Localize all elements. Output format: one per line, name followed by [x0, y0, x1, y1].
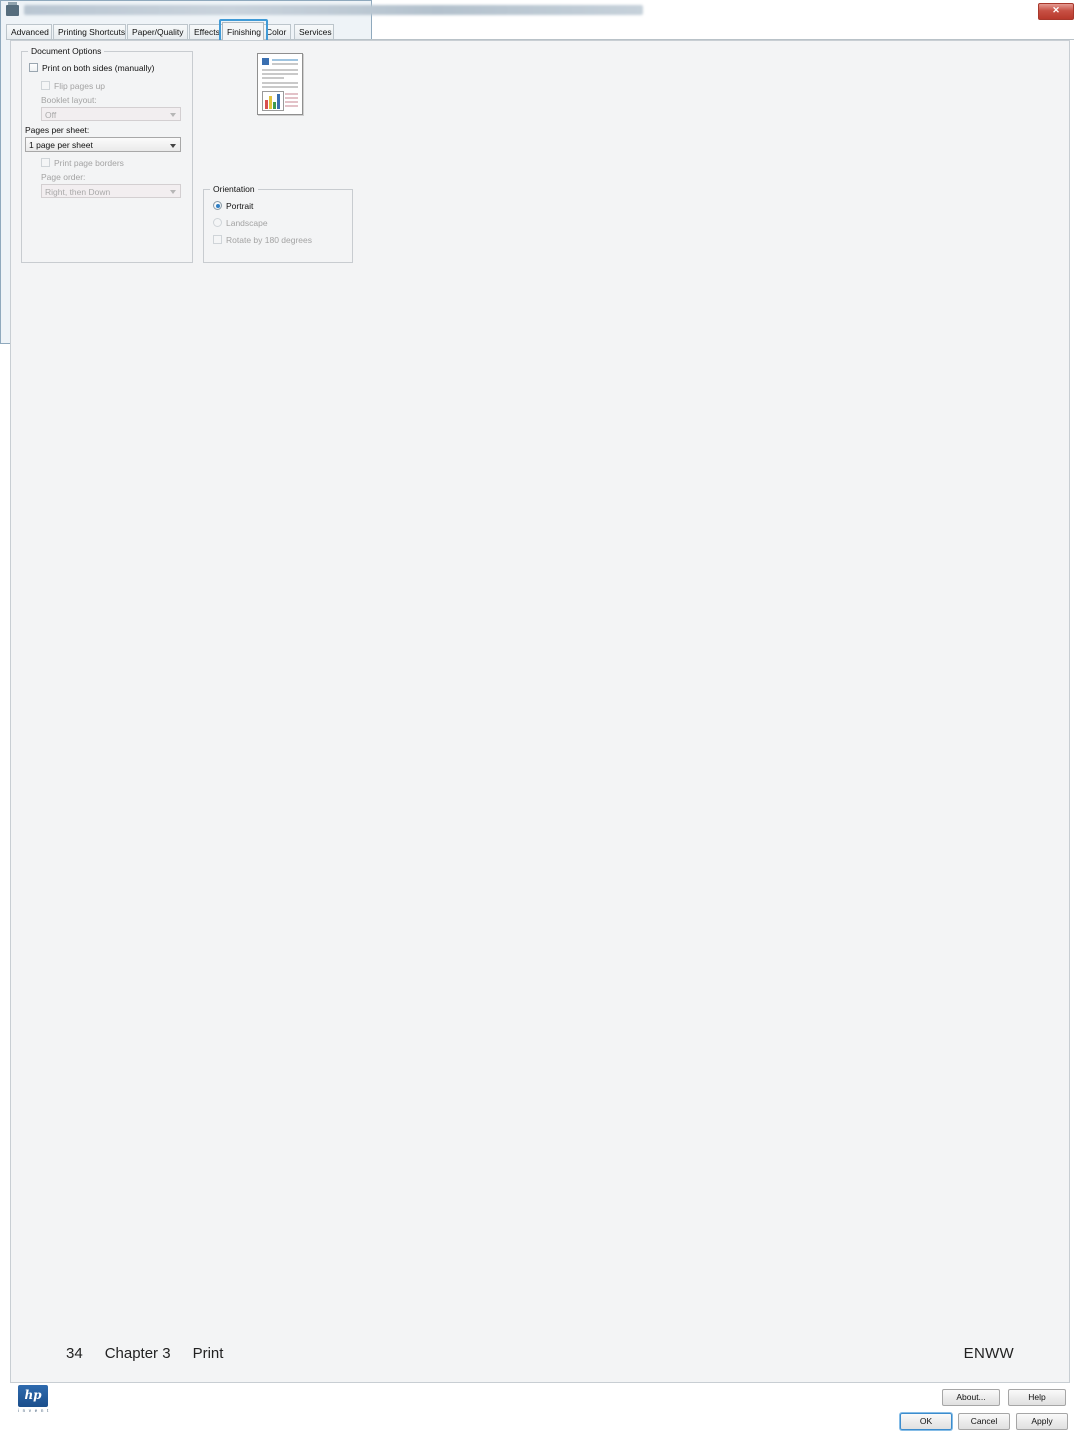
- props-dialog-footer: hp i n v e n t About... Help: [10, 1385, 1070, 1413]
- props-dialog-title-redacted: [24, 5, 644, 15]
- help-button[interactable]: Help: [1008, 1389, 1066, 1406]
- close-icon[interactable]: ✕: [1038, 3, 1074, 20]
- document-options-label: Document Options: [28, 46, 105, 56]
- page-order-label: Page order:: [41, 172, 86, 182]
- chevron-down-icon[interactable]: [167, 139, 179, 150]
- props-tab-bar: Advanced Printing Shortcuts Paper/Qualit…: [6, 19, 1074, 43]
- printer-icon: [6, 2, 19, 16]
- preview-logo-icon: [262, 58, 269, 65]
- footer-page-number: 34: [66, 1345, 83, 1362]
- finishing-tab-page: Document Options Print on both sides (ma…: [10, 40, 1070, 1383]
- printer-properties-dialog-screenshot: ✕ Advanced Printing Shortcuts Paper/Qual…: [0, 0, 1074, 1430]
- tab-paper-quality[interactable]: Paper/Quality: [127, 24, 188, 39]
- page-footer: 34 Chapter 3 Print ENWW: [66, 1345, 1014, 1362]
- hp-logo-text: hp: [24, 1388, 42, 1402]
- chevron-down-icon: [167, 109, 179, 119]
- pages-per-sheet-combo[interactable]: 1 page per sheet: [25, 137, 181, 152]
- print-page-borders-checkbox: Print page borders: [41, 158, 124, 169]
- print-on-both-sides-checkbox[interactable]: Print on both sides (manually): [29, 63, 154, 74]
- apply-button[interactable]: Apply: [1016, 1413, 1068, 1430]
- footer-chapter: Chapter 3: [104, 1345, 171, 1362]
- hp-logo-icon: hp: [18, 1385, 48, 1407]
- tab-services[interactable]: Services: [294, 24, 334, 39]
- booklet-layout-label: Booklet layout:: [41, 95, 97, 105]
- page-order-value: Right, then Down: [45, 187, 111, 197]
- pages-per-sheet-value: 1 page per sheet: [29, 140, 93, 150]
- footer-left: 34 Chapter 3 Print: [66, 1345, 223, 1362]
- ok-button[interactable]: OK: [900, 1413, 952, 1430]
- chevron-down-icon: [167, 186, 179, 196]
- document-preview-thumbnail: [257, 53, 303, 115]
- orientation-group-label: Orientation: [210, 184, 258, 194]
- tab-color[interactable]: Color: [261, 24, 291, 39]
- flip-pages-up-checkbox: Flip pages up: [41, 81, 105, 92]
- radio-portrait[interactable]: Portrait: [213, 201, 253, 212]
- cancel-button[interactable]: Cancel: [958, 1413, 1010, 1430]
- page-order-combo: Right, then Down: [41, 184, 181, 198]
- props-dialog-titlebar: ✕: [6, 2, 1074, 20]
- pages-per-sheet-label: Pages per sheet:: [25, 125, 90, 135]
- props-dialog-button-row: OK Cancel Apply: [0, 1413, 1072, 1433]
- tab-finishing[interactable]: Finishing: [222, 22, 264, 40]
- footer-section: Print: [192, 1345, 224, 1362]
- tab-printing-shortcuts[interactable]: Printing Shortcuts: [53, 24, 126, 39]
- radio-landscape[interactable]: Landscape: [213, 218, 268, 229]
- booklet-layout-combo: Off: [41, 107, 181, 121]
- tab-advanced[interactable]: Advanced: [6, 24, 52, 39]
- booklet-layout-value: Off: [45, 110, 57, 120]
- rotate-180-checkbox[interactable]: Rotate by 180 degrees: [213, 235, 312, 246]
- preview-bar-chart: [262, 91, 284, 111]
- about-button[interactable]: About...: [942, 1389, 1000, 1406]
- footer-enww: ENWW: [963, 1345, 1014, 1362]
